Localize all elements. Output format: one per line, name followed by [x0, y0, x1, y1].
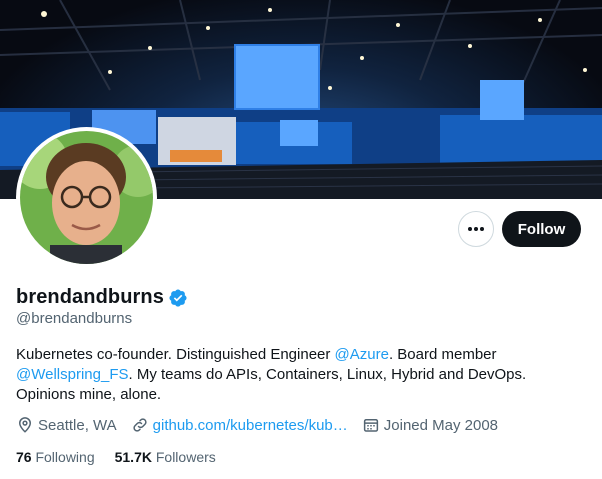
display-name-row: brendandburns	[16, 286, 188, 309]
followers-link[interactable]: 51.7K Followers	[115, 449, 216, 465]
website-link[interactable]: github.com/kubernetes/kub…	[153, 417, 348, 434]
follow-button[interactable]: Follow	[502, 211, 581, 247]
more-dots-icon	[468, 227, 484, 231]
mention-link-azure[interactable]: @Azure	[335, 346, 389, 363]
join-date-text: Joined May 2008	[383, 416, 499, 434]
link-icon	[133, 418, 147, 432]
following-label: Following	[35, 449, 95, 465]
avatar-photo	[20, 131, 153, 264]
location: Seattle, WA	[16, 416, 117, 434]
verified-badge-icon[interactable]	[168, 288, 188, 308]
profile-meta: Seattle, WA github.com/kubernetes/kub… J…	[16, 416, 512, 434]
following-count: 76	[16, 449, 32, 465]
location-pin-icon	[18, 417, 32, 433]
calendar-icon	[363, 419, 378, 432]
followers-label: Followers	[155, 449, 216, 465]
mention-link-wellspring[interactable]: @Wellspring_FS	[16, 366, 129, 383]
join-date: Joined May 2008	[362, 416, 498, 434]
bio: Kubernetes co-founder. Distinguished Eng…	[16, 345, 576, 405]
followers-count: 51.7K	[114, 449, 152, 465]
follow-stats: 76 Following 51.7K Followers	[16, 449, 236, 465]
avatar[interactable]	[16, 127, 157, 268]
bio-text: Kubernetes co-founder. Distinguished Eng…	[16, 346, 335, 363]
location-text: Seattle, WA	[38, 416, 117, 434]
handle: @brendandburns	[16, 310, 133, 327]
bio-text: . Board member	[388, 346, 497, 363]
more-options-button[interactable]	[458, 211, 494, 247]
website[interactable]: github.com/kubernetes/kub…	[131, 416, 348, 434]
following-link[interactable]: 76 Following	[16, 449, 95, 465]
display-name: brendandburns	[16, 286, 164, 308]
